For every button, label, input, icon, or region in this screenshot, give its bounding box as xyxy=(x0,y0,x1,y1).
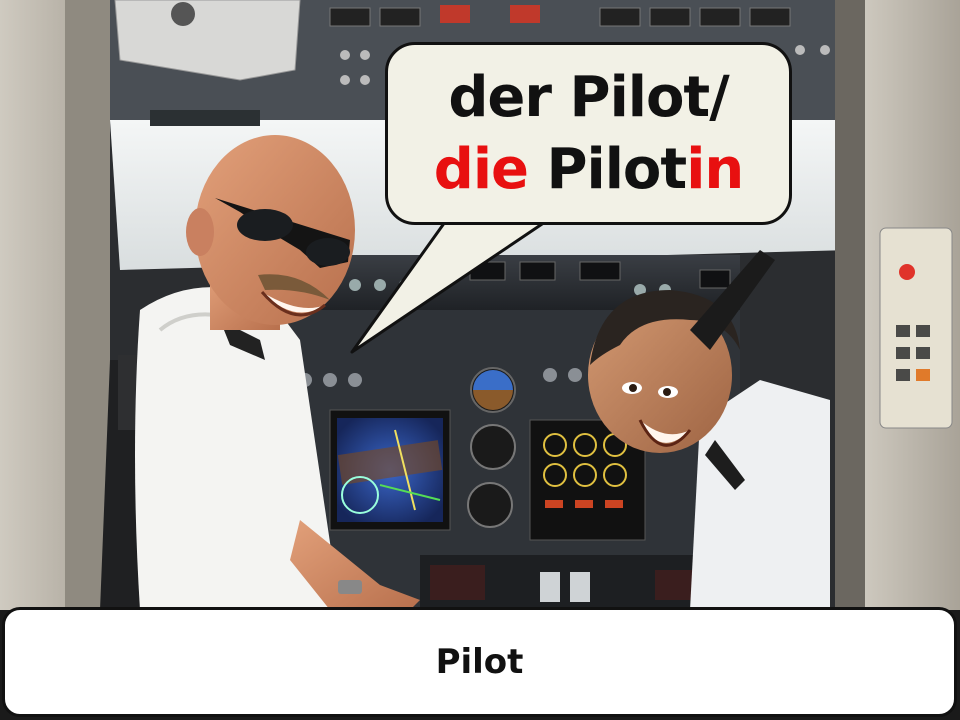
masculine-noun: der Pilot/ xyxy=(448,64,729,130)
slide: der Pilot/ die Pilotin Pilot xyxy=(0,0,960,720)
bubble-line-masculine: der Pilot/ xyxy=(448,62,729,134)
feminine-article: die xyxy=(433,136,529,202)
caption-box: Pilot xyxy=(2,607,957,717)
bubble-line-feminine: die Pilotin xyxy=(433,134,745,206)
speech-bubble: der Pilot/ die Pilotin xyxy=(385,42,792,225)
feminine-stem: Pilot xyxy=(546,136,688,202)
caption-label: Pilot xyxy=(435,642,524,682)
feminine-suffix: in xyxy=(686,136,744,202)
